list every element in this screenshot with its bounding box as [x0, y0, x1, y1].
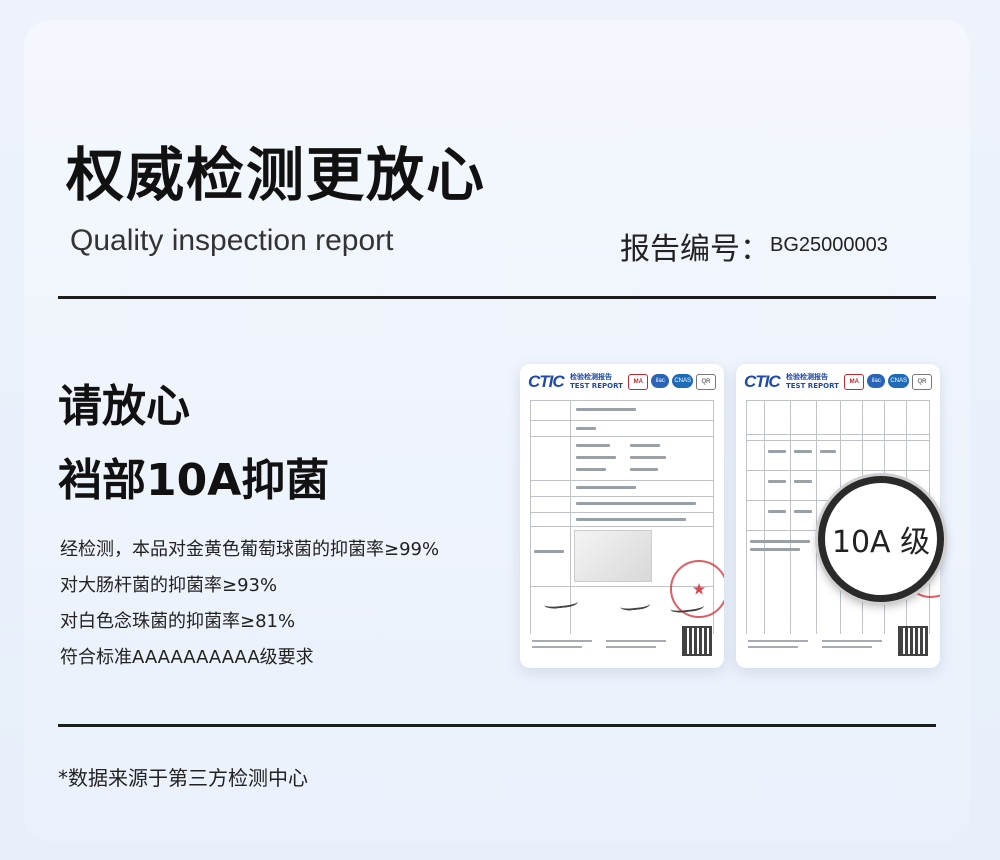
heading-line-1: 请放心: [58, 381, 190, 432]
report-header: CTIC 检验检测报告 TEST REPORT MA ilac CNAS QR: [528, 372, 716, 394]
page: 权威检测更放心 Quality inspection report 报告编号： …: [0, 0, 1000, 860]
report-type-label: 检验检测报告 TEST REPORT: [570, 373, 623, 390]
ctic-logo: CTIC: [744, 372, 781, 391]
report-table: [530, 400, 724, 634]
signature: [543, 594, 579, 610]
report-type-label: 检验检测报告 TEST REPORT: [786, 373, 839, 390]
claim-item: 对白色念珠菌的抑菌率≥81%: [60, 611, 296, 632]
test-report-page-1: CTIC 检验检测报告 TEST REPORT MA ilac CNAS QR: [520, 364, 724, 668]
claims-list: 经检测，本品对金黄色葡萄球菌的抑菌率≥99% 对大肠杆菌的抑菌率≥93% 对白色…: [60, 532, 439, 676]
certification-badges: MA ilac CNAS QR: [628, 374, 716, 390]
page-subtitle: Quality inspection report: [70, 224, 394, 257]
qr-code-icon: [682, 626, 712, 656]
certification-badges: MA ilac CNAS QR: [844, 374, 932, 390]
page-title: 权威检测更放心: [66, 141, 487, 209]
top-divider: [58, 296, 936, 299]
qr-code-icon: [898, 626, 928, 656]
ilac-badge-icon: ilac: [867, 374, 886, 388]
bottom-divider: [58, 724, 936, 727]
cnas-badge-icon: CNAS: [888, 374, 909, 388]
cnas-badge-icon: CNAS: [672, 374, 693, 388]
ilac-badge-icon: ilac: [651, 374, 670, 388]
sample-photo: [574, 530, 652, 582]
qr-badge-icon: QR: [696, 374, 716, 390]
signature: [619, 596, 651, 612]
ma-badge-icon: MA: [844, 374, 865, 390]
claim-item: 符合标准AAAAAAAAAA级要求: [60, 647, 314, 668]
claim-item: 对大肠杆菌的抑菌率≥93%: [60, 575, 278, 596]
report-number-label: 报告编号：: [620, 232, 770, 267]
ctic-logo: CTIC: [528, 372, 565, 391]
ma-badge-icon: MA: [628, 374, 649, 390]
report-number-value: BG25000003: [770, 234, 888, 256]
qr-badge-icon: QR: [912, 374, 932, 390]
claim-item: 经检测，本品对金黄色葡萄球菌的抑菌率≥99%: [60, 539, 440, 560]
heading-line-2: 裆部10A抑菌: [58, 455, 330, 506]
magnifier-callout: 10A 级: [818, 476, 944, 602]
report-header: CTIC 检验检测报告 TEST REPORT MA ilac CNAS QR: [744, 372, 932, 394]
data-source-note: *数据来源于第三方检测中心: [58, 766, 308, 790]
